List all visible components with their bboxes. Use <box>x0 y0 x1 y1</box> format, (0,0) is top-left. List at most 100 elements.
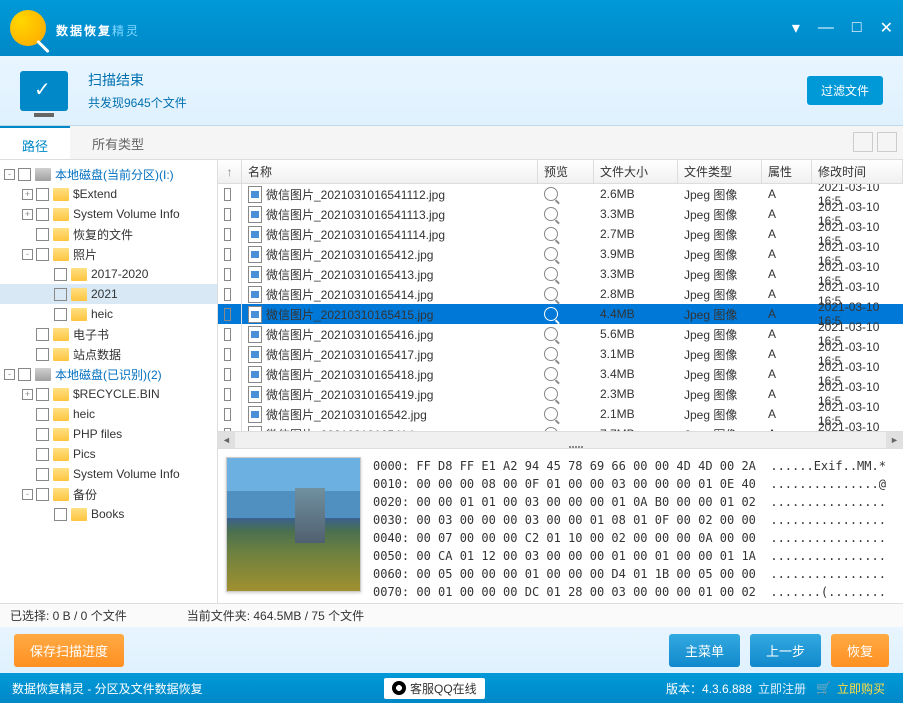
tree-item[interactable]: heic <box>0 404 217 424</box>
file-row[interactable]: 微信图片_2021031016541.jpg7.7MBJpeg 图像A2021-… <box>218 424 903 431</box>
file-row[interactable]: 微信图片_2021031016541114.jpg2.7MBJpeg 图像A20… <box>218 224 903 244</box>
checkbox[interactable] <box>224 248 231 261</box>
preview-icon[interactable] <box>544 387 558 401</box>
save-scan-button[interactable]: 保存扫描进度 <box>14 634 124 667</box>
expander-icon[interactable]: + <box>22 189 33 200</box>
expander-icon[interactable]: - <box>22 489 33 500</box>
checkbox[interactable] <box>54 288 67 301</box>
file-row[interactable]: 微信图片_20210310165418.jpg3.4MBJpeg 图像A2021… <box>218 364 903 384</box>
checkbox[interactable] <box>36 188 49 201</box>
preview-icon[interactable] <box>544 207 558 221</box>
preview-icon[interactable] <box>544 407 558 421</box>
checkbox[interactable] <box>224 408 231 421</box>
maximize-button[interactable]: □ <box>852 19 862 37</box>
checkbox[interactable] <box>36 488 49 501</box>
preview-icon[interactable] <box>544 427 558 431</box>
preview-icon[interactable] <box>544 287 558 301</box>
expander-icon[interactable]: + <box>22 389 33 400</box>
expander-icon[interactable]: - <box>4 369 15 380</box>
preview-icon[interactable] <box>544 247 558 261</box>
scroll-left-icon[interactable]: ◄ <box>218 432 235 449</box>
column-type[interactable]: 文件类型 <box>678 160 762 183</box>
checkbox[interactable] <box>36 428 49 441</box>
file-row[interactable]: 微信图片_20210310165415.jpg4.4MBJpeg 图像A2021… <box>218 304 903 324</box>
tree-item[interactable]: +System Volume Info <box>0 204 217 224</box>
buy-link[interactable]: 立即购买 <box>837 680 885 697</box>
column-date[interactable]: 修改时间 <box>812 160 903 183</box>
preview-icon[interactable] <box>544 227 558 241</box>
main-menu-button[interactable]: 主菜单 <box>669 634 740 667</box>
up-folder-icon[interactable]: ↑ <box>224 165 235 179</box>
file-row[interactable]: 微信图片_20210310165419.jpg2.3MBJpeg 图像A2021… <box>218 384 903 404</box>
recover-button[interactable]: 恢复 <box>831 634 889 667</box>
checkbox[interactable] <box>224 328 231 341</box>
checkbox[interactable] <box>54 508 67 521</box>
checkbox[interactable] <box>224 388 231 401</box>
tree-item[interactable]: Books <box>0 504 217 524</box>
preview-icon[interactable] <box>544 187 558 201</box>
tree-item[interactable]: 2017-2020 <box>0 264 217 284</box>
tree-item[interactable]: 2021 <box>0 284 217 304</box>
checkbox[interactable] <box>224 188 231 201</box>
checkbox[interactable] <box>18 168 31 181</box>
checkbox[interactable] <box>224 268 231 281</box>
checkbox[interactable] <box>224 288 231 301</box>
file-row[interactable]: 微信图片_2021031016541113.jpg3.3MBJpeg 图像A20… <box>218 204 903 224</box>
checkbox[interactable] <box>36 208 49 221</box>
tab-all-types[interactable]: 所有类型 <box>70 126 166 159</box>
checkbox[interactable] <box>224 348 231 361</box>
file-row[interactable]: 微信图片_2021031016542.jpg2.1MBJpeg 图像A2021-… <box>218 404 903 424</box>
tree-item[interactable]: 站点数据 <box>0 344 217 364</box>
file-row[interactable]: 微信图片_20210310165412.jpg3.9MBJpeg 图像A2021… <box>218 244 903 264</box>
column-preview[interactable]: 预览 <box>538 160 594 183</box>
tree-item[interactable]: +$RECYCLE.BIN <box>0 384 217 404</box>
tree-item[interactable]: System Volume Info <box>0 464 217 484</box>
file-row[interactable]: 微信图片_20210310165417.jpg3.1MBJpeg 图像A2021… <box>218 344 903 364</box>
preview-icon[interactable] <box>544 307 558 321</box>
close-button[interactable]: ✕ <box>880 18 893 38</box>
preview-icon[interactable] <box>544 367 558 381</box>
view-list-icon[interactable] <box>877 132 897 152</box>
tree-item[interactable]: 恢复的文件 <box>0 224 217 244</box>
expander-icon[interactable]: - <box>22 249 33 260</box>
tree-item[interactable]: -本地磁盘(已识别)(2) <box>0 364 217 384</box>
preview-icon[interactable] <box>544 347 558 361</box>
dropdown-icon[interactable]: ▾ <box>792 18 800 38</box>
previous-button[interactable]: 上一步 <box>750 634 821 667</box>
expander-icon[interactable]: + <box>22 209 33 220</box>
checkbox[interactable] <box>224 208 231 221</box>
checkbox[interactable] <box>36 388 49 401</box>
qq-support-link[interactable]: 客服QQ在线 <box>384 678 485 699</box>
checkbox[interactable] <box>224 308 231 321</box>
checkbox[interactable] <box>54 268 67 281</box>
tree-item[interactable]: -照片 <box>0 244 217 264</box>
preview-icon[interactable] <box>544 327 558 341</box>
file-list[interactable]: 微信图片_2021031016541112.jpg2.6MBJpeg 图像A20… <box>218 184 903 431</box>
checkbox[interactable] <box>36 448 49 461</box>
checkbox[interactable] <box>18 368 31 381</box>
tree-item[interactable]: heic <box>0 304 217 324</box>
tree-item[interactable]: PHP files <box>0 424 217 444</box>
tree-item[interactable]: 电子书 <box>0 324 217 344</box>
checkbox[interactable] <box>36 348 49 361</box>
expander-icon[interactable]: - <box>4 169 15 180</box>
column-attr[interactable]: 属性 <box>762 160 812 183</box>
folder-tree[interactable]: -本地磁盘(当前分区)(I:)+$Extend+System Volume In… <box>0 160 218 603</box>
filter-files-button[interactable]: 过滤文件 <box>807 76 883 105</box>
checkbox[interactable] <box>36 248 49 261</box>
tree-item[interactable]: -本地磁盘(当前分区)(I:) <box>0 164 217 184</box>
tree-item[interactable]: +$Extend <box>0 184 217 204</box>
minimize-button[interactable]: — <box>818 19 834 37</box>
checkbox[interactable] <box>36 328 49 341</box>
column-size[interactable]: 文件大小 <box>594 160 678 183</box>
register-link[interactable]: 立即注册 <box>758 680 806 697</box>
file-row[interactable]: 微信图片_2021031016541112.jpg2.6MBJpeg 图像A20… <box>218 184 903 204</box>
file-row[interactable]: 微信图片_20210310165414.jpg2.8MBJpeg 图像A2021… <box>218 284 903 304</box>
file-row[interactable]: 微信图片_20210310165416.jpg5.6MBJpeg 图像A2021… <box>218 324 903 344</box>
tree-item[interactable]: -备份 <box>0 484 217 504</box>
scroll-right-icon[interactable]: ► <box>886 432 903 449</box>
tree-item[interactable]: Pics <box>0 444 217 464</box>
checkbox[interactable] <box>36 408 49 421</box>
checkbox[interactable] <box>54 308 67 321</box>
checkbox[interactable] <box>36 228 49 241</box>
